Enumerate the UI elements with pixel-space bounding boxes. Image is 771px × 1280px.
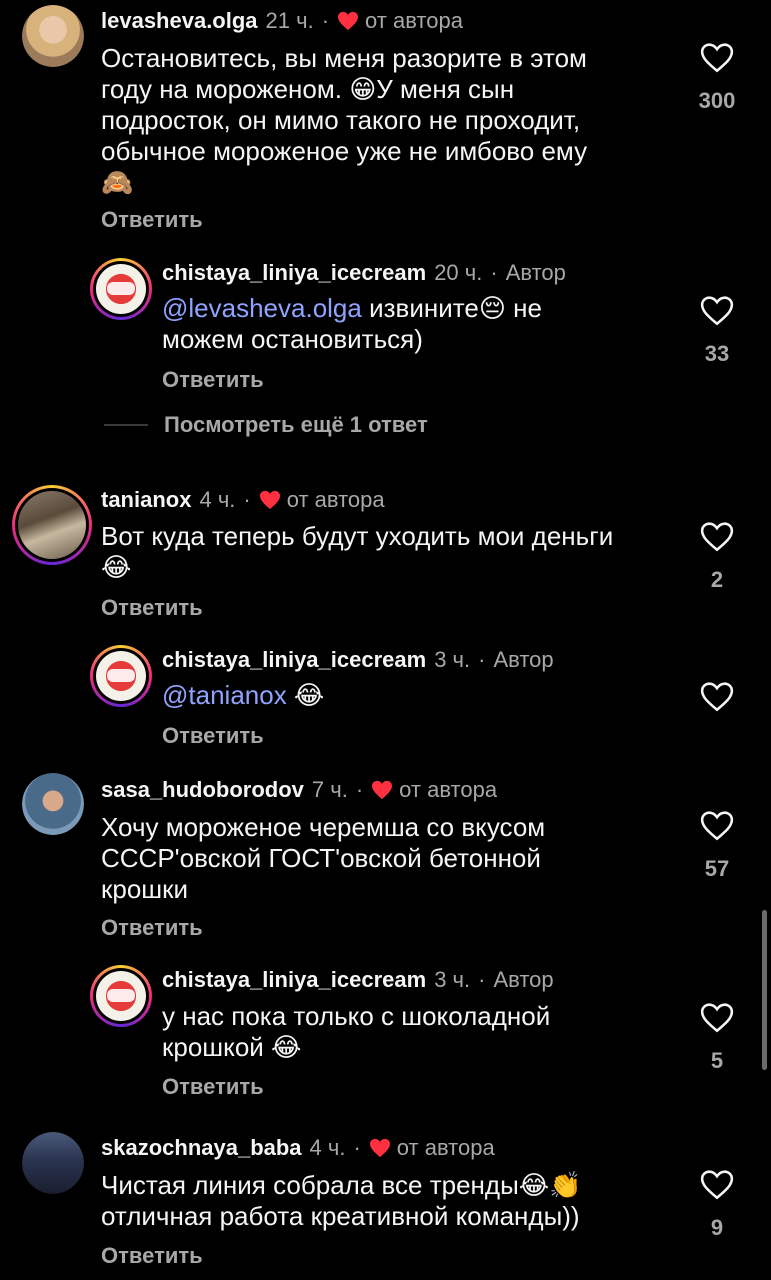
username[interactable]: skazochnaya_baba <box>101 1135 302 1161</box>
username[interactable]: tanianox <box>101 487 191 513</box>
avatar[interactable] <box>22 5 84 67</box>
comment-text: Чистая линия собрала все тренды😂👏 отличн… <box>101 1170 582 1231</box>
avatar[interactable] <box>12 485 92 565</box>
mention-link[interactable]: @tanianox <box>162 680 287 710</box>
scrollbar[interactable] <box>762 910 767 1070</box>
avatar[interactable] <box>90 645 152 707</box>
timestamp: 21 ч. <box>265 8 314 33</box>
avatar[interactable] <box>90 965 152 1027</box>
timestamp: 7 ч. <box>311 777 348 802</box>
username[interactable]: chistaya_liniya_icecream <box>162 260 426 286</box>
avatar[interactable] <box>22 1132 84 1194</box>
like-heart-icon[interactable] <box>700 1169 734 1201</box>
username[interactable]: chistaya_liniya_icecream <box>162 647 426 673</box>
reply-button[interactable]: Ответить <box>101 915 203 941</box>
like-heart-icon[interactable] <box>700 681 734 713</box>
brand-logo <box>96 651 146 701</box>
separator: · <box>478 647 486 672</box>
author-tag: Автор <box>505 260 566 285</box>
liked-by-author-label: от автора <box>286 487 385 512</box>
like-count: 57 <box>704 856 730 881</box>
like-heart-icon[interactable] <box>700 810 734 842</box>
username[interactable]: chistaya_liniya_icecream <box>162 967 426 993</box>
separator: · <box>321 8 330 33</box>
like-count: 300 <box>698 88 736 113</box>
timestamp: 4 ч. <box>199 487 236 512</box>
timestamp: 3 ч. <box>434 967 471 992</box>
comment-text: Хочу мороженое черемша со вкусом СССР'ов… <box>101 812 546 904</box>
comment-text: Остановитесь, вы меня разорите в этом го… <box>101 43 588 197</box>
mention-link[interactable]: @levasheva.olga <box>162 293 362 323</box>
avatar-photo <box>18 491 86 559</box>
comment-text: @levasheva.olga извините😔 не можем остан… <box>162 293 542 355</box>
username[interactable]: levasheva.olga <box>101 8 258 34</box>
like-heart-icon[interactable] <box>700 521 734 553</box>
timestamp: 20 ч. <box>434 260 483 285</box>
timestamp: 3 ч. <box>434 647 471 672</box>
reply-button[interactable]: Ответить <box>101 207 203 233</box>
brand-logo <box>96 264 146 314</box>
view-more-label[interactable]: Посмотреть ещё 1 ответ <box>164 412 428 438</box>
comment-text: Вот куда теперь будут уходить мои деньги… <box>101 521 614 582</box>
like-count: 33 <box>704 341 730 366</box>
comment-text: у нас пока только с шоколадной крошкой 😂 <box>162 1001 551 1062</box>
separator: · <box>490 260 498 285</box>
author-tag: Автор <box>493 647 554 672</box>
like-count: 9 <box>710 1215 724 1240</box>
avatar[interactable] <box>22 773 84 835</box>
divider <box>104 424 148 426</box>
like-heart-icon[interactable] <box>700 295 734 327</box>
reply-button[interactable]: Ответить <box>101 595 203 621</box>
author-liked-heart-icon <box>259 490 280 510</box>
like-heart-icon[interactable] <box>700 42 734 74</box>
username[interactable]: sasa_hudoborodov <box>101 777 304 803</box>
liked-by-author-label: от автора <box>396 1135 495 1160</box>
author-liked-heart-icon <box>338 11 359 31</box>
author-liked-heart-icon <box>372 780 393 800</box>
reply-button[interactable]: Ответить <box>101 1243 203 1269</box>
avatar[interactable] <box>90 258 152 320</box>
separator: · <box>478 967 486 992</box>
liked-by-author-label: от автора <box>399 777 498 802</box>
author-liked-heart-icon <box>369 1138 390 1158</box>
author-tag: Автор <box>493 967 554 992</box>
separator: · <box>243 487 251 512</box>
liked-by-author-label: от автора <box>365 8 463 33</box>
reply-button[interactable]: Ответить <box>162 1074 264 1100</box>
separator: · <box>355 777 364 802</box>
timestamp: 4 ч. <box>309 1135 346 1160</box>
separator: · <box>353 1135 361 1160</box>
comment-body: 😂 <box>286 680 325 710</box>
view-more-replies[interactable]: Посмотреть ещё 1 ответ <box>104 412 428 438</box>
like-count: 5 <box>710 1048 724 1073</box>
like-heart-icon[interactable] <box>700 1002 734 1034</box>
brand-logo <box>96 971 146 1021</box>
like-count: 2 <box>710 567 724 592</box>
comment-text: @tanianox 😂 <box>162 680 324 711</box>
reply-button[interactable]: Ответить <box>162 367 264 393</box>
reply-button[interactable]: Ответить <box>162 723 264 749</box>
